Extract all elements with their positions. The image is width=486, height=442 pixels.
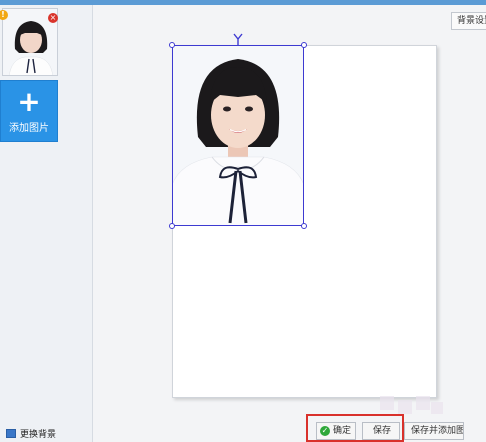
check-icon: ✓ [320,426,330,436]
crop-handle-top-right[interactable] [301,42,307,48]
confirm-button[interactable]: ✓ 确定 [316,422,356,440]
change-background-button[interactable]: 更换背景 [6,426,56,440]
crop-handle-bottom-right[interactable] [301,223,307,229]
background-settings-button[interactable]: 背景设置 [451,12,486,30]
save-button[interactable]: 保存 [362,422,400,440]
plus-icon: + [17,85,41,118]
save-and-add-button[interactable]: 保存并添加图片 [404,422,464,440]
add-image-label: 添加图片 [9,123,49,134]
confirm-label: 确定 [333,426,352,436]
crop-frame[interactable] [172,45,304,226]
rotate-handle-icon[interactable] [233,33,243,45]
crop-handle-bottom-left[interactable] [169,223,175,229]
close-icon[interactable]: × [48,13,58,23]
change-background-label: 更换背景 [20,429,57,440]
add-image-button[interactable]: + 添加图片 [0,80,58,142]
background-icon [6,428,16,438]
crop-handle-top-left[interactable] [169,42,175,48]
